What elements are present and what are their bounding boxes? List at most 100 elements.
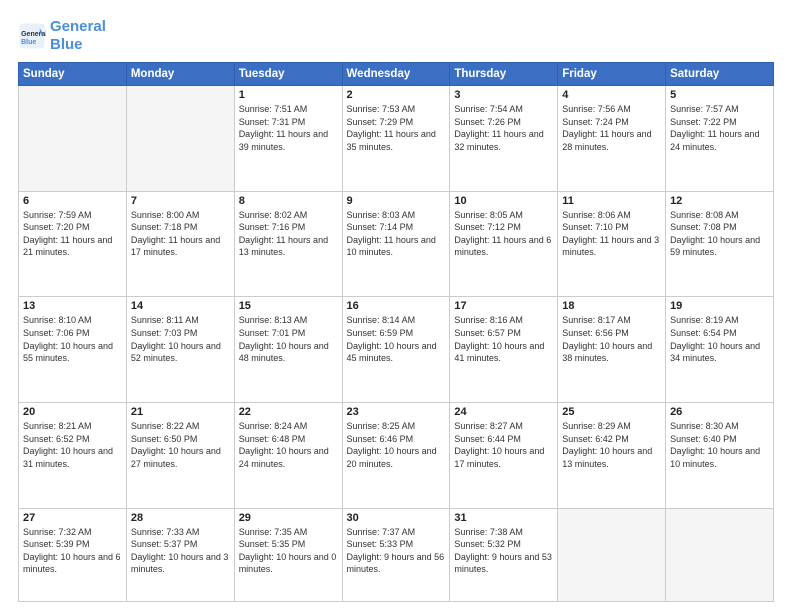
week-row-5: 27 Sunrise: 7:32 AM Sunset: 5:39 PM Dayli… <box>19 508 774 601</box>
day-number: 19 <box>670 300 769 312</box>
day-info: Sunrise: 8:02 AM Sunset: 7:16 PM Dayligh… <box>239 209 338 259</box>
calendar-cell: 26 Sunrise: 8:30 AM Sunset: 6:40 PM Dayli… <box>666 403 774 509</box>
logo: General Blue General Blue <box>18 18 106 54</box>
weekday-header-wednesday: Wednesday <box>342 63 450 86</box>
day-number: 18 <box>562 300 661 312</box>
day-number: 14 <box>131 300 230 312</box>
day-info: Sunrise: 8:16 AM Sunset: 6:57 PM Dayligh… <box>454 314 553 364</box>
calendar-cell: 11 Sunrise: 8:06 AM Sunset: 7:10 PM Dayli… <box>558 191 666 297</box>
day-number: 4 <box>562 89 661 101</box>
calendar-cell: 19 Sunrise: 8:19 AM Sunset: 6:54 PM Dayli… <box>666 297 774 403</box>
day-number: 27 <box>23 512 122 524</box>
svg-text:Blue: Blue <box>21 39 36 46</box>
day-info: Sunrise: 7:54 AM Sunset: 7:26 PM Dayligh… <box>454 103 553 153</box>
weekday-header-thursday: Thursday <box>450 63 558 86</box>
calendar-cell: 7 Sunrise: 8:00 AM Sunset: 7:18 PM Daylig… <box>126 191 234 297</box>
day-number: 25 <box>562 406 661 418</box>
calendar-cell: 29Sunrise: 7:35 AM Sunset: 5:35 PM Dayli… <box>234 508 342 601</box>
week-row-3: 13 Sunrise: 8:10 AM Sunset: 7:06 PM Dayli… <box>19 297 774 403</box>
week-row-4: 20 Sunrise: 8:21 AM Sunset: 6:52 PM Dayli… <box>19 403 774 509</box>
day-info: Sunrise: 7:38 AM Sunset: 5:32 PM Dayligh… <box>454 526 553 576</box>
calendar-cell: 6Sunrise: 7:59 AM Sunset: 7:20 PM Daylig… <box>19 191 127 297</box>
day-info: Sunrise: 8:30 AM Sunset: 6:40 PM Dayligh… <box>670 420 769 470</box>
day-number: 26 <box>670 406 769 418</box>
day-number: 8 <box>239 195 338 207</box>
calendar-cell: 12Sunrise: 8:08 AM Sunset: 7:08 PM Dayli… <box>666 191 774 297</box>
calendar-cell: 31Sunrise: 7:38 AM Sunset: 5:32 PM Dayli… <box>450 508 558 601</box>
day-number: 1 <box>239 89 338 101</box>
day-number: 21 <box>131 406 230 418</box>
day-number: 2 <box>347 89 446 101</box>
day-info: Sunrise: 8:14 AM Sunset: 6:59 PM Dayligh… <box>347 314 446 364</box>
weekday-header-tuesday: Tuesday <box>234 63 342 86</box>
day-info: Sunrise: 8:08 AM Sunset: 7:08 PM Dayligh… <box>670 209 769 259</box>
day-number: 13 <box>23 300 122 312</box>
calendar-cell <box>126 86 234 192</box>
calendar-cell: 25 Sunrise: 8:29 AM Sunset: 6:42 PM Dayli… <box>558 403 666 509</box>
day-info: Sunrise: 7:33 AM Sunset: 5:37 PM Dayligh… <box>131 526 230 576</box>
weekday-header-row: SundayMondayTuesdayWednesdayThursdayFrid… <box>19 63 774 86</box>
calendar-cell: 5 Sunrise: 7:57 AM Sunset: 7:22 PM Daylig… <box>666 86 774 192</box>
calendar-cell: 20 Sunrise: 8:21 AM Sunset: 6:52 PM Dayli… <box>19 403 127 509</box>
calendar-cell: 16Sunrise: 8:14 AM Sunset: 6:59 PM Dayli… <box>342 297 450 403</box>
day-info: Sunrise: 8:19 AM Sunset: 6:54 PM Dayligh… <box>670 314 769 364</box>
day-info: Sunrise: 7:32 AM Sunset: 5:39 PM Dayligh… <box>23 526 122 576</box>
day-number: 23 <box>347 406 446 418</box>
day-number: 11 <box>562 195 661 207</box>
day-info: Sunrise: 7:53 AM Sunset: 7:29 PM Dayligh… <box>347 103 446 153</box>
day-number: 3 <box>454 89 553 101</box>
day-info: Sunrise: 7:37 AM Sunset: 5:33 PM Dayligh… <box>347 526 446 576</box>
day-info: Sunrise: 7:57 AM Sunset: 7:22 PM Dayligh… <box>670 103 769 153</box>
calendar-cell: 28 Sunrise: 7:33 AM Sunset: 5:37 PM Dayli… <box>126 508 234 601</box>
week-row-1: 1Sunrise: 7:51 AM Sunset: 7:31 PM Daylig… <box>19 86 774 192</box>
logo-wordmark: General Blue <box>50 18 106 54</box>
calendar-cell: 17 Sunrise: 8:16 AM Sunset: 6:57 PM Dayli… <box>450 297 558 403</box>
logo-general: General <box>50 18 106 35</box>
day-number: 10 <box>454 195 553 207</box>
weekday-header-saturday: Saturday <box>666 63 774 86</box>
logo-blue: Blue <box>50 36 83 53</box>
calendar-cell <box>666 508 774 601</box>
calendar-cell: 3 Sunrise: 7:54 AM Sunset: 7:26 PM Daylig… <box>450 86 558 192</box>
day-info: Sunrise: 8:05 AM Sunset: 7:12 PM Dayligh… <box>454 209 553 259</box>
day-info: Sunrise: 8:10 AM Sunset: 7:06 PM Dayligh… <box>23 314 122 364</box>
calendar-cell: 24 Sunrise: 8:27 AM Sunset: 6:44 PM Dayli… <box>450 403 558 509</box>
calendar-cell: 14 Sunrise: 8:11 AM Sunset: 7:03 PM Dayli… <box>126 297 234 403</box>
day-info: Sunrise: 7:56 AM Sunset: 7:24 PM Dayligh… <box>562 103 661 153</box>
header: General Blue General Blue <box>18 18 774 54</box>
calendar-cell: 13 Sunrise: 8:10 AM Sunset: 7:06 PM Dayli… <box>19 297 127 403</box>
day-info: Sunrise: 7:35 AM Sunset: 5:35 PM Dayligh… <box>239 526 338 576</box>
calendar-cell: 15 Sunrise: 8:13 AM Sunset: 7:01 PM Dayli… <box>234 297 342 403</box>
weekday-header-monday: Monday <box>126 63 234 86</box>
day-number: 20 <box>23 406 122 418</box>
day-number: 17 <box>454 300 553 312</box>
calendar-cell <box>19 86 127 192</box>
calendar-cell <box>558 508 666 601</box>
day-number: 7 <box>131 195 230 207</box>
day-info: Sunrise: 8:27 AM Sunset: 6:44 PM Dayligh… <box>454 420 553 470</box>
day-number: 15 <box>239 300 338 312</box>
week-row-2: 6Sunrise: 7:59 AM Sunset: 7:20 PM Daylig… <box>19 191 774 297</box>
page: General Blue General Blue SundayMondayTu… <box>0 0 792 612</box>
calendar-cell: 30 Sunrise: 7:37 AM Sunset: 5:33 PM Dayli… <box>342 508 450 601</box>
calendar-cell: 4 Sunrise: 7:56 AM Sunset: 7:24 PM Daylig… <box>558 86 666 192</box>
calendar-cell: 9Sunrise: 8:03 AM Sunset: 7:14 PM Daylig… <box>342 191 450 297</box>
day-number: 5 <box>670 89 769 101</box>
day-info: Sunrise: 8:00 AM Sunset: 7:18 PM Dayligh… <box>131 209 230 259</box>
day-number: 30 <box>347 512 446 524</box>
day-number: 28 <box>131 512 230 524</box>
day-info: Sunrise: 8:13 AM Sunset: 7:01 PM Dayligh… <box>239 314 338 364</box>
day-number: 9 <box>347 195 446 207</box>
day-number: 24 <box>454 406 553 418</box>
logo-icon: General Blue <box>18 22 46 50</box>
day-info: Sunrise: 8:25 AM Sunset: 6:46 PM Dayligh… <box>347 420 446 470</box>
day-info: Sunrise: 8:21 AM Sunset: 6:52 PM Dayligh… <box>23 420 122 470</box>
day-info: Sunrise: 8:29 AM Sunset: 6:42 PM Dayligh… <box>562 420 661 470</box>
day-number: 22 <box>239 406 338 418</box>
calendar-cell: 21 Sunrise: 8:22 AM Sunset: 6:50 PM Dayli… <box>126 403 234 509</box>
day-info: Sunrise: 8:22 AM Sunset: 6:50 PM Dayligh… <box>131 420 230 470</box>
day-info: Sunrise: 7:59 AM Sunset: 7:20 PM Dayligh… <box>23 209 122 259</box>
day-info: Sunrise: 8:11 AM Sunset: 7:03 PM Dayligh… <box>131 314 230 364</box>
calendar-cell: 23 Sunrise: 8:25 AM Sunset: 6:46 PM Dayli… <box>342 403 450 509</box>
day-info: Sunrise: 8:06 AM Sunset: 7:10 PM Dayligh… <box>562 209 661 259</box>
